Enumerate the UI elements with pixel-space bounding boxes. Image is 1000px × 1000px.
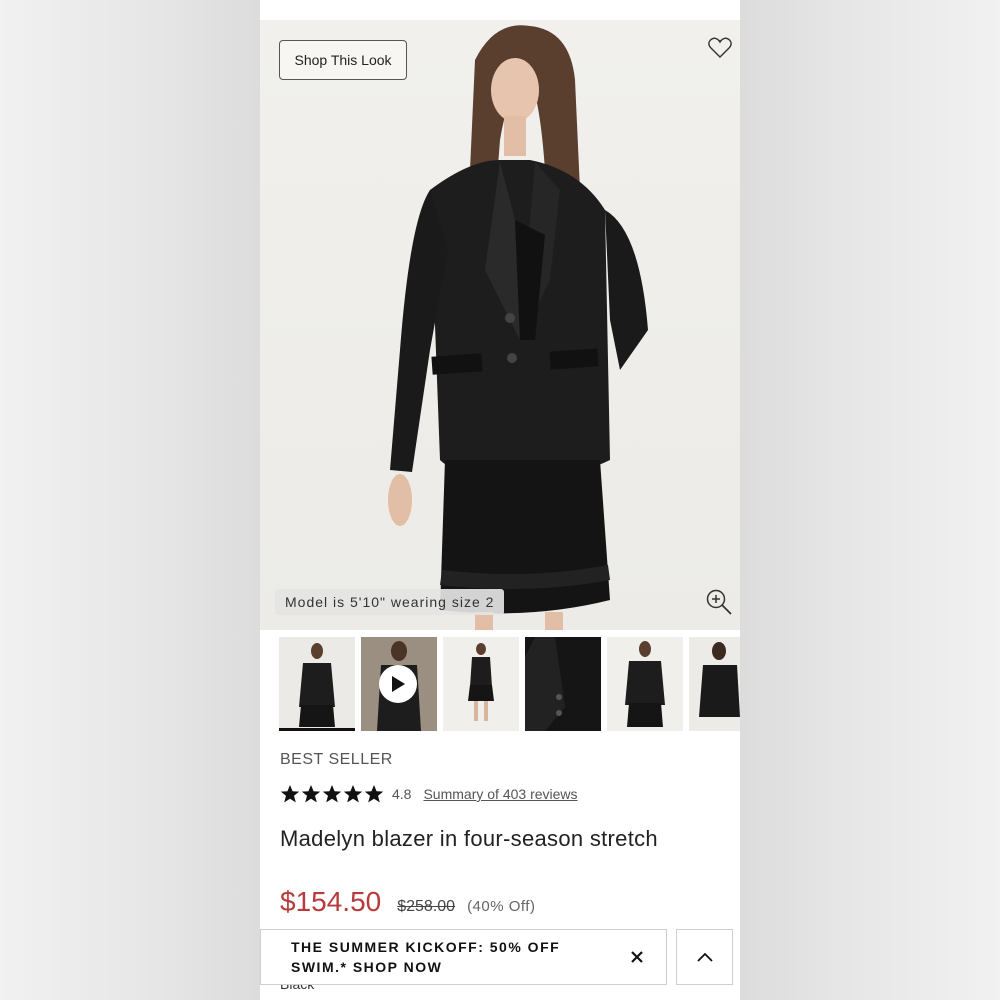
star-icon [343,785,363,803]
thumb-back[interactable] [607,637,683,731]
product-title: Madelyn blazer in four-season stretch [280,826,658,851]
thumb-styled[interactable] [689,637,740,731]
star-icon [322,785,342,803]
thumb-image [299,643,335,727]
thumb-image [699,642,740,717]
chevron-up-icon [696,952,713,962]
shop-this-look-button[interactable]: Shop This Look [279,40,407,80]
page-backdrop-left [0,0,260,1000]
star-icon [280,785,300,803]
product-page: Shop This Look Model is 5'10" wearing si… [260,0,740,1000]
discount-percent: (40% Off) [467,898,536,915]
reviews-summary-link[interactable]: Summary of 403 reviews [423,786,577,802]
star-icon [364,785,384,803]
thumb-full-length[interactable] [443,637,519,731]
thumb-image [468,643,494,721]
close-icon[interactable] [627,947,647,967]
page-backdrop-right [740,0,1000,1000]
promo-line-1: THE SUMMER KICKOFF: 50% OFF [291,939,561,955]
promo-banner[interactable]: THE SUMMER KICKOFF: 50% OFF SWIM.* SHOP … [260,929,667,985]
scroll-to-top-button[interactable] [676,929,733,985]
thumb-video[interactable] [361,637,437,731]
play-icon[interactable] [379,665,417,703]
thumb-front-full[interactable] [279,637,355,731]
thumbnail-strip [260,637,740,731]
star-icon [301,785,321,803]
product-hero-image[interactable]: Shop This Look Model is 5'10" wearing si… [260,20,740,630]
promo-text[interactable]: THE SUMMER KICKOFF: 50% OFF SWIM.* SHOP … [291,937,591,977]
model-photo [388,25,648,630]
model-size-note: Model is 5'10" wearing size 2 [275,589,505,615]
price-row: $154.50 $258.00 (40% Off) [280,886,535,918]
thumb-detail[interactable] [525,637,601,731]
thumb-image [525,637,565,731]
original-price: $258.00 [397,898,456,915]
zoom-in-icon[interactable] [705,588,733,616]
promo-line-2: SWIM.* SHOP NOW [291,959,443,975]
best-seller-badge: BEST SELLER [280,751,393,768]
rating-value: 4.8 [392,786,412,802]
rating-stars [280,784,384,804]
sale-price: $154.50 [280,886,382,917]
rating-row: 4.8 Summary of 403 reviews [280,782,578,806]
thumb-image [625,641,665,727]
heart-icon[interactable] [707,36,733,60]
